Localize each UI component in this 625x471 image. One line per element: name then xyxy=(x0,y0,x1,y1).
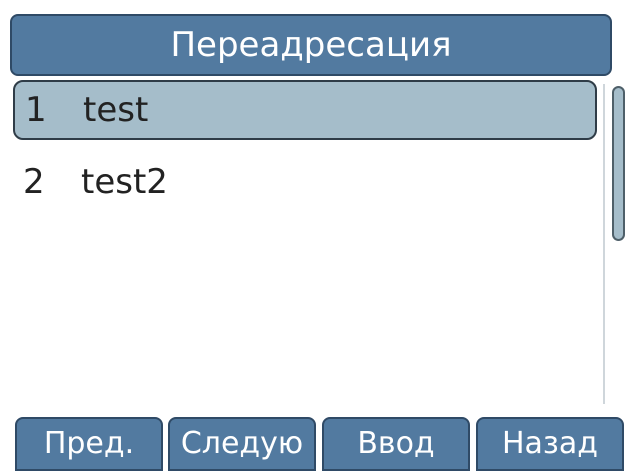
list-item-2[interactable]: 2 test2 xyxy=(13,152,597,212)
list-item-label: test2 xyxy=(81,162,168,202)
phone-screen: Переадресация 1 test 2 test2 Пред. Следу… xyxy=(0,0,625,471)
previous-soft-key[interactable]: Пред. xyxy=(15,417,163,471)
soft-key-bar: Пред. Следую Ввод Назад xyxy=(15,417,624,471)
list-item-number: 1 xyxy=(25,90,47,130)
screen-title: Переадресация xyxy=(10,14,612,76)
list-item-number: 2 xyxy=(23,162,45,202)
next-soft-key[interactable]: Следую xyxy=(168,417,316,471)
enter-soft-key[interactable]: Ввод xyxy=(322,417,470,471)
list-item-label: test xyxy=(83,90,149,130)
forwarding-list: 1 test 2 test2 xyxy=(13,80,597,400)
scroll-thumb[interactable] xyxy=(612,86,625,241)
back-soft-key[interactable]: Назад xyxy=(476,417,624,471)
list-item-1[interactable]: 1 test xyxy=(13,80,597,140)
list-scrollbar[interactable] xyxy=(603,84,625,404)
